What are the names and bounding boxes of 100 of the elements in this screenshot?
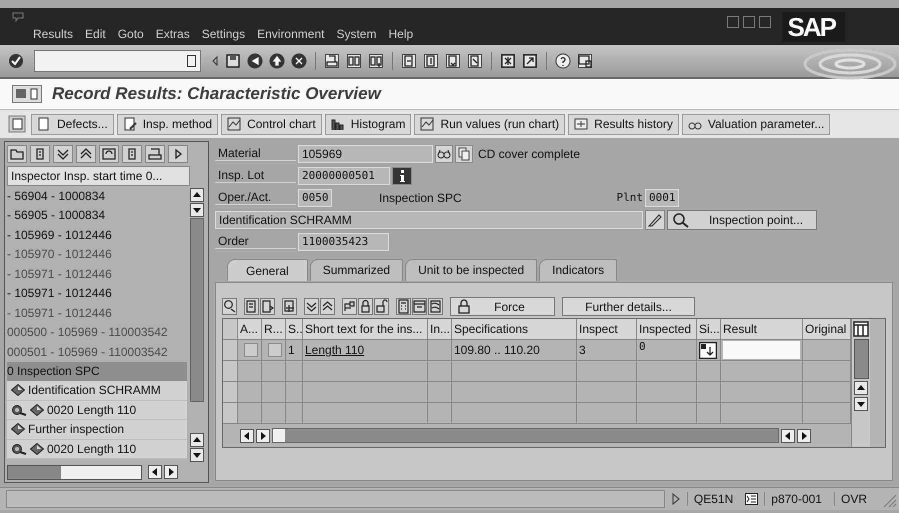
column-header[interactable]: Inspected: [637, 319, 697, 339]
collapse-arrow-icon[interactable]: [211, 53, 219, 69]
toolbar-button[interactable]: Results history: [568, 114, 679, 134]
scroll-icon[interactable]: [428, 298, 443, 315]
info-icon[interactable]: [392, 166, 412, 184]
next-page-icon[interactable]: [445, 53, 461, 69]
order-field[interactable]: 1100035423: [298, 232, 389, 250]
worklist-item[interactable]: - 105970 - 1012446: [7, 244, 187, 264]
menu-item[interactable]: Extras: [156, 27, 190, 41]
identification-field[interactable]: Identification SCHRAMM: [215, 210, 643, 228]
refresh-icon[interactable]: [99, 145, 119, 163]
minimize-button[interactable]: [727, 16, 739, 28]
menu-item[interactable]: Help: [388, 27, 414, 41]
command-field[interactable]: [34, 50, 201, 72]
toolbar-button[interactable]: Histogram: [324, 114, 412, 134]
column-header[interactable]: S..: [286, 319, 303, 339]
worklist-item[interactable]: 0020 Length 110: [7, 400, 187, 420]
column-header[interactable]: Specifications: [452, 319, 577, 339]
maximize-button[interactable]: [743, 16, 755, 28]
worklist-item[interactable]: Further inspection: [7, 420, 187, 440]
list-arrow-icon[interactable]: [260, 298, 275, 315]
scroll-left-button[interactable]: [781, 428, 795, 442]
operation-field[interactable]: 0050: [298, 188, 332, 206]
column-header[interactable]: Result: [721, 319, 803, 339]
scroll-up-button[interactable]: [190, 188, 204, 202]
new-session-icon[interactable]: [500, 53, 516, 69]
folder-icon[interactable]: [7, 145, 27, 163]
menu-icon[interactable]: [122, 145, 142, 163]
scroll-down-button[interactable]: [190, 448, 204, 462]
lock-icon[interactable]: [358, 298, 373, 315]
shortcut-icon[interactable]: [522, 53, 538, 69]
scrollbar-thumb[interactable]: [7, 464, 142, 480]
menu-item[interactable]: Settings: [202, 27, 246, 41]
collapse-icon[interactable]: [76, 145, 96, 163]
expand-icon[interactable]: [53, 145, 73, 163]
scroll-up-button[interactable]: [190, 433, 204, 447]
tab[interactable]: Unit to be inspected: [405, 259, 538, 281]
worklist-item[interactable]: - 105969 - 1012446: [7, 225, 187, 244]
expand-arrow-icon[interactable]: [670, 492, 681, 506]
force-button[interactable]: Force: [450, 297, 555, 316]
column-header[interactable]: Short text for the ins...: [303, 319, 428, 339]
further-details-button[interactable]: Further details...: [562, 297, 695, 316]
layout-icon[interactable]: [577, 53, 593, 69]
worklist-item[interactable]: - 56904 - 1000834: [7, 186, 187, 206]
plant-field[interactable]: 0001: [645, 188, 679, 206]
column-header[interactable]: A...: [238, 319, 262, 339]
collapse-icon[interactable]: [320, 298, 335, 315]
worklist-item[interactable]: Identification SCHRAMM: [7, 381, 187, 400]
toolbar-button[interactable]: Control chart: [221, 114, 322, 134]
previous-page-icon[interactable]: [423, 53, 439, 69]
column-header[interactable]: Si...: [697, 319, 721, 339]
tab[interactable]: Summarized: [310, 259, 404, 281]
column-header[interactable]: Inspector Insp. start time 0...: [7, 166, 190, 186]
system-menu-icon[interactable]: [12, 12, 24, 22]
details-icon[interactable]: [222, 298, 237, 315]
menu-item[interactable]: System: [336, 27, 376, 41]
scrollbar-thumb[interactable]: [273, 429, 285, 442]
result-input[interactable]: [723, 341, 800, 359]
scroll-down-button[interactable]: [190, 203, 204, 217]
worklist-item[interactable]: - 56905 - 1000834: [7, 206, 187, 225]
scrollbar-thumb[interactable]: [190, 218, 204, 402]
list-icon[interactable]: [244, 298, 259, 315]
worklist-item[interactable]: 0020 Length 110: [7, 440, 187, 459]
menu-icon[interactable]: [12, 85, 42, 103]
print-icon[interactable]: [145, 145, 165, 163]
worklist-item[interactable]: - 105971 - 1012446: [7, 303, 187, 322]
overview-icon[interactable]: [8, 115, 26, 133]
value-help-icon[interactable]: [699, 342, 717, 358]
toolbar-button[interactable]: Defects...: [31, 114, 114, 134]
find-icon[interactable]: [346, 53, 362, 69]
toolbar-button[interactable]: Insp. method: [116, 114, 218, 134]
characteristic-link[interactable]: Length 110: [305, 343, 364, 357]
scrollbar-thumb[interactable]: [854, 339, 868, 379]
worklist-item[interactable]: 0 Inspection SPC: [7, 362, 187, 381]
branch-icon[interactable]: [342, 298, 357, 315]
menu-item[interactable]: Results: [33, 27, 74, 41]
column-header[interactable]: R...: [262, 319, 286, 339]
pencil-icon[interactable]: [645, 210, 665, 230]
unlock-icon[interactable]: [374, 298, 389, 315]
print-icon[interactable]: [324, 53, 340, 69]
back-icon[interactable]: [247, 53, 263, 69]
worklist-item[interactable]: - 105971 - 1012446: [7, 284, 187, 303]
enter-icon[interactable]: [8, 53, 24, 69]
last-page-icon[interactable]: [467, 53, 483, 69]
close-button[interactable]: [759, 16, 771, 28]
copy-icon[interactable]: [455, 144, 473, 162]
worklist-item[interactable]: 000500 - 105969 - 110003542: [7, 322, 187, 342]
scroll-right-button[interactable]: [797, 428, 811, 442]
glasses-icon[interactable]: [435, 144, 453, 162]
column-header[interactable]: In...: [428, 319, 452, 339]
layout-icon[interactable]: [853, 321, 869, 337]
tab[interactable]: Indicators: [539, 259, 618, 281]
worklist-item[interactable]: 000501 - 105969 - 110003542: [7, 342, 187, 362]
menu-item[interactable]: Goto: [118, 27, 144, 41]
toolbar-button[interactable]: Run values (run chart): [414, 114, 566, 134]
calculator-icon[interactable]: [396, 298, 411, 315]
toolbar-button[interactable]: Valuation parameter...: [682, 114, 830, 134]
tab[interactable]: General: [227, 259, 308, 281]
scroll-left-button[interactable]: [240, 428, 254, 442]
scroll-up-button[interactable]: [854, 381, 868, 395]
